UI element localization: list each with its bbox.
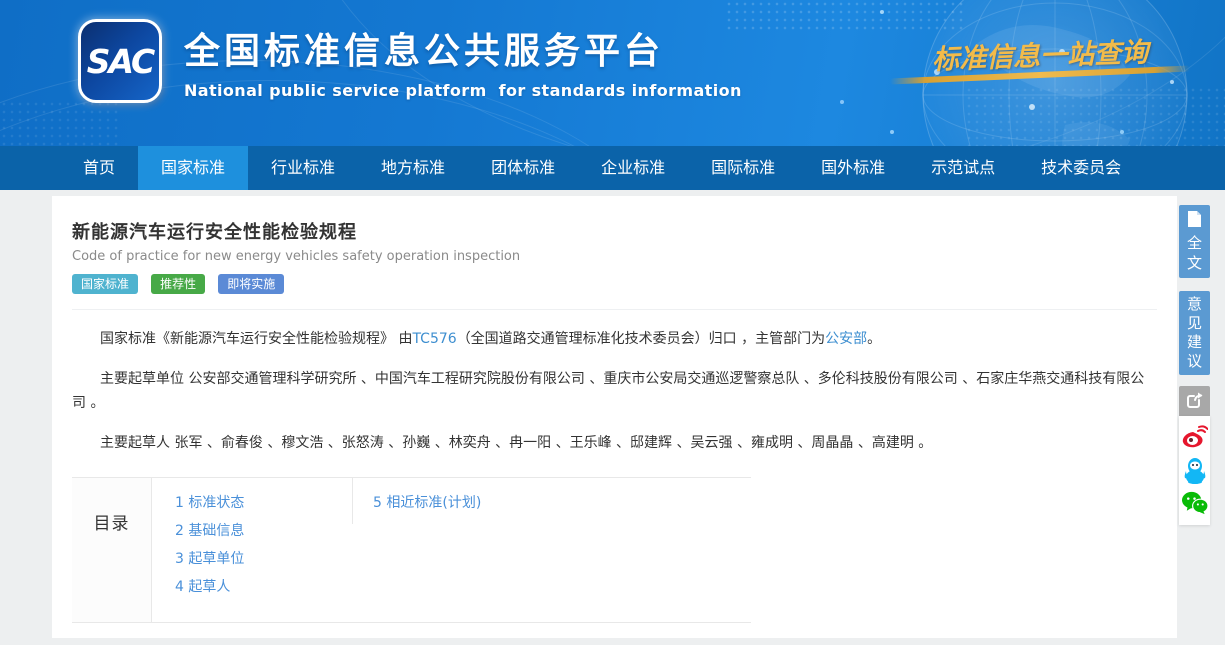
document-icon	[1187, 211, 1202, 228]
sac-logo[interactable]: SAC	[78, 19, 162, 103]
table-of-contents: 目录 1 标准状态 2 基础信息 3 起草单位 4 起草人 5 相近标准(计划)	[72, 477, 751, 623]
feedback-label: 意见建议	[1187, 295, 1202, 371]
badge-recommended: 推荐性	[151, 274, 205, 294]
nav-item-industry-standards[interactable]: 行业标准	[248, 146, 358, 190]
nav-item-local-standards[interactable]: 地方标准	[358, 146, 468, 190]
banner-sparkle-dots	[880, 10, 884, 14]
badge-upcoming-implementation: 即将实施	[218, 274, 284, 294]
nav-item-group-standards[interactable]: 团体标准	[468, 146, 578, 190]
toc-link-basic-info[interactable]: 2 基础信息	[175, 517, 352, 545]
overview-text: （全国道路交通管理标准化技术委员会）归口 ，主管部门为	[457, 331, 825, 347]
share-button[interactable]	[1179, 386, 1210, 416]
floating-toolbar: 全文 意见建议	[1179, 205, 1210, 525]
main-nav: 首页 国家标准 行业标准 地方标准 团体标准 企业标准 国际标准 国外标准 示范…	[0, 146, 1225, 190]
toc-link-drafting-units[interactable]: 3 起草单位	[175, 545, 352, 573]
site-title: 全国标准信息公共服务平台	[184, 22, 742, 74]
nav-item-pilot-demo[interactable]: 示范试点	[908, 146, 1018, 190]
toc-link-drafters[interactable]: 4 起草人	[175, 573, 352, 601]
toc-label: 目录	[72, 478, 152, 622]
standard-detail-card: 新能源汽车运行安全性能检验规程 Code of practice for new…	[52, 196, 1177, 638]
weibo-icon	[1182, 425, 1208, 449]
nav-item-international-standards[interactable]: 国际标准	[688, 146, 798, 190]
weibo-share-button[interactable]	[1182, 424, 1208, 450]
overview-text: 国家标准《新能源汽车运行安全性能检验规程》 由	[100, 331, 412, 347]
paragraph-drafters: 主要起草人 张军 、俞春俊 、穆文浩 、张怒涛 、孙巍 、林奕舟 、冉一阳 、王…	[72, 431, 1157, 455]
overview-text: 。	[867, 331, 881, 347]
qq-icon	[1183, 457, 1207, 484]
paragraph-drafting-units: 主要起草单位 公安部交通管理科学研究所 、中国汽车工程研究院股份有限公司 、重庆…	[72, 367, 1157, 415]
feedback-button[interactable]: 意见建议	[1179, 291, 1210, 375]
share-icon	[1186, 391, 1204, 409]
fulltext-button[interactable]: 全文	[1179, 205, 1210, 278]
social-share-panel	[1179, 416, 1210, 525]
nav-item-home[interactable]: 首页	[60, 146, 138, 190]
standard-title: 新能源汽车运行安全性能检验规程	[72, 218, 1157, 244]
divider	[72, 309, 1157, 310]
nav-item-national-standards[interactable]: 国家标准	[138, 146, 248, 190]
toc-link-standard-status[interactable]: 1 标准状态	[175, 489, 352, 517]
wechat-icon	[1182, 491, 1208, 515]
site-title-english: National public service platform for sta…	[184, 81, 742, 100]
ministry-link[interactable]: 公安部	[825, 331, 867, 347]
fulltext-label: 全文	[1187, 233, 1202, 273]
qq-share-button[interactable]	[1182, 457, 1208, 483]
nav-item-technical-committee[interactable]: 技术委员会	[1018, 146, 1144, 190]
nav-item-enterprise-standards[interactable]: 企业标准	[578, 146, 688, 190]
paragraph-overview: 国家标准《新能源汽车运行安全性能检验规程》 由TC576（全国道路交通管理标准化…	[72, 327, 1157, 351]
nav-item-foreign-standards[interactable]: 国外标准	[798, 146, 908, 190]
badge-national-standard: 国家标准	[72, 274, 138, 294]
toc-link-similar-standards[interactable]: 5 相近标准(计划)	[373, 489, 481, 517]
tc576-link[interactable]: TC576	[412, 331, 456, 347]
banner-dot-pattern	[0, 100, 120, 146]
site-banner: SAC 全国标准信息公共服务平台 National public service…	[0, 0, 1225, 146]
standard-title-english: Code of practice for new energy vehicles…	[72, 249, 1157, 264]
wechat-share-button[interactable]	[1182, 490, 1208, 516]
